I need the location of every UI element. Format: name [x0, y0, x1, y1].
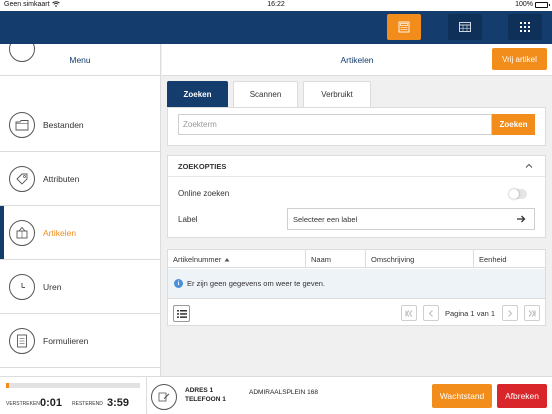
clock-icon: [9, 273, 35, 300]
package-icon: [9, 219, 35, 246]
search-options-title: ZOEKOPTIES: [178, 162, 227, 171]
street-address: ADMIRAALSPLEIN 168: [249, 389, 319, 396]
column-header-omschrijving[interactable]: Omschrijving: [366, 250, 474, 268]
list-options-button[interactable]: [173, 305, 190, 322]
progress-bar: [6, 383, 140, 388]
chevron-up-icon: [525, 163, 533, 168]
label-label: Label: [178, 215, 198, 224]
cancel-button[interactable]: Afbreken: [497, 384, 547, 408]
last-page-button[interactable]: [524, 305, 540, 321]
wait-button[interactable]: Wachtstand: [432, 384, 492, 408]
prev-page-button[interactable]: [423, 305, 439, 321]
edit-address-button[interactable]: [151, 384, 177, 410]
elapsed-time: 0:01: [40, 397, 63, 409]
calculator-icon: [398, 21, 410, 33]
column-header-eenheid[interactable]: Eenheid: [474, 250, 545, 268]
folder-icon: [9, 111, 35, 138]
tab-zoeken[interactable]: Zoeken: [167, 81, 228, 107]
document-icon: [9, 327, 35, 354]
chevron-left-icon: [428, 309, 433, 317]
address-line: ADRES 1: [185, 387, 214, 394]
apps-button[interactable]: [508, 14, 542, 40]
calendar-grid-icon: [459, 22, 471, 32]
label-select-value: Selecteer een label: [293, 214, 358, 224]
first-page-icon: [405, 309, 413, 317]
battery-icon: [535, 1, 550, 8]
status-time: 16:22: [267, 1, 285, 8]
sidebar-item-partial[interactable]: [0, 44, 160, 76]
search-input[interactable]: Zoekterm: [178, 114, 492, 135]
battery-percent: 100%: [515, 1, 533, 8]
sidebar: Menu Bestanden Attributen Artikelen Uren…: [0, 44, 161, 376]
calendar-button[interactable]: [448, 14, 482, 40]
sidebar-item-label: Artikelen: [43, 227, 77, 238]
arrow-right-icon: [517, 215, 526, 223]
info-icon: i: [174, 279, 183, 288]
status-bar: Geen simkaart 16:22 100%: [0, 0, 552, 11]
online-search-toggle[interactable]: [509, 189, 527, 199]
sidebar-item-label: Attributen: [43, 173, 80, 184]
sidebar-item-uren[interactable]: Uren: [0, 260, 160, 314]
column-header-naam[interactable]: Naam: [306, 250, 366, 268]
search-button[interactable]: Zoeken: [492, 114, 535, 135]
sidebar-item-label: Uren: [43, 281, 62, 292]
pagination-label: Pagina 1 van 1: [445, 309, 496, 318]
grid-icon: [520, 22, 530, 32]
elapsed-label: VERSTREKEN: [6, 401, 40, 407]
first-page-button[interactable]: [401, 305, 417, 321]
sidebar-item-label: Bestanden: [43, 119, 84, 130]
empty-message: Er zijn geen gegevens om weer te geven.: [187, 279, 325, 288]
edit-icon: [158, 392, 170, 402]
add-free-article-button[interactable]: Vrij artikel: [492, 48, 547, 70]
search-options-panel: ZOEKOPTIES Online zoeken Label Selecteer…: [167, 155, 546, 238]
remaining-time: 3:59: [107, 397, 130, 409]
last-page-icon: [528, 309, 536, 317]
search-panel: Zoekterm Zoeken: [167, 107, 546, 146]
next-page-button[interactable]: [502, 305, 518, 321]
sidebar-item-artikelen[interactable]: Artikelen: [0, 206, 160, 260]
table-header: Artikelnummer Naam Omschrijving Eenheid: [168, 250, 545, 268]
partial-icon: [9, 44, 35, 62]
calculator-button[interactable]: [387, 14, 421, 40]
column-header-artikelnummer[interactable]: Artikelnummer: [168, 250, 306, 268]
top-bar: [0, 11, 552, 44]
remaining-label: RESTEREND: [72, 401, 103, 407]
results-table: Artikelnummer Naam Omschrijving Eenheid …: [167, 249, 546, 326]
search-options-header[interactable]: ZOEKOPTIES: [168, 156, 545, 177]
empty-state-row: i Er zijn geen gegevens om weer te geven…: [168, 269, 545, 299]
sidebar-item-attributen[interactable]: Attributen: [0, 152, 160, 206]
sidebar-item-bestanden[interactable]: Bestanden: [0, 98, 160, 152]
list-icon: [176, 309, 187, 318]
tab-verbruikt[interactable]: Verbruikt: [303, 81, 371, 107]
main-header: Artikelen Vrij artikel: [162, 44, 552, 76]
tag-icon: [9, 165, 35, 192]
online-search-label: Online zoeken: [178, 189, 230, 198]
sidebar-item-formulieren[interactable]: Formulieren: [0, 314, 160, 368]
phone-line: TELEFOON 1: [185, 396, 226, 403]
tab-scannen[interactable]: Scannen: [233, 81, 298, 107]
chevron-right-icon: [508, 309, 513, 317]
label-select[interactable]: Selecteer een label: [287, 208, 535, 230]
sort-asc-icon: [224, 257, 230, 261]
footer-bar: VERSTREKEN 0:01 RESTEREND 3:59 ADRES 1 T…: [0, 376, 552, 414]
sidebar-item-label: Formulieren: [43, 335, 89, 346]
